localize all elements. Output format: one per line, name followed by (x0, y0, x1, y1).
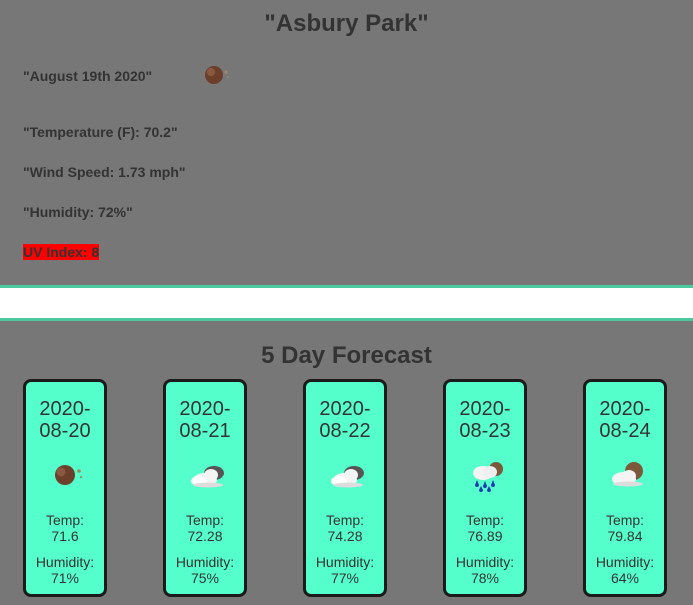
cloud-icon (191, 466, 224, 488)
temp-label: Temp: (185, 512, 225, 528)
forecast-date-day: 08-24 (599, 420, 651, 442)
temp-value: 72.28 (187, 528, 223, 544)
forecast-temp: Temp: 76.89 (446, 512, 524, 544)
forecast-humidity: Humidity: 71% (26, 554, 104, 586)
forecast-title: 5 Day Forecast (261, 342, 432, 369)
humidity-value: 77% (330, 570, 360, 586)
moon-icon (205, 66, 229, 84)
forecast-card: 2020- 08-21 Temp: 72.28 Humidity: 75% (163, 379, 247, 597)
forecast-temp: Temp: 74.28 (306, 512, 384, 544)
humidity-value: 71% (50, 570, 80, 586)
current-humidity: "Humidity: 72%" (23, 204, 133, 220)
forecast-temp: Temp: 72.28 (166, 512, 244, 544)
humidity-label: Humidity: (315, 554, 375, 570)
temp-label: Temp: (325, 512, 365, 528)
temp-value: 76.89 (467, 528, 503, 544)
humidity-label: Humidity: (455, 554, 515, 570)
forecast-date-year: 2020- (459, 398, 511, 420)
temp-value: 74.28 (327, 528, 363, 544)
forecast-card: 2020- 08-23 Temp: 76.89 Humidity: 78% (443, 379, 527, 597)
forecast-date: 2020- 08-23 (446, 398, 524, 442)
cloud-icon (331, 466, 364, 488)
humidity-label: Humidity: (35, 554, 95, 570)
humidity-label: Humidity: (595, 554, 655, 570)
forecast-humidity: Humidity: 64% (586, 554, 664, 586)
forecast-humidity: Humidity: 75% (166, 554, 244, 586)
temp-label: Temp: (465, 512, 505, 528)
current-date: "August 19th 2020" (23, 68, 153, 84)
humidity-value: 78% (470, 570, 500, 586)
forecast-card: 2020- 08-24 Temp: 79.84 Humidity: 64% (583, 379, 667, 597)
uv-index-badge: UV Index: 8 (23, 244, 100, 260)
forecast-date: 2020- 08-21 (166, 398, 244, 442)
forecast-date-year: 2020- (319, 398, 371, 420)
forecast-card: 2020- 08-20 Temp: 71.6 Humidity: 71% (23, 379, 107, 597)
forecast-humidity: Humidity: 78% (446, 554, 524, 586)
forecast-date-year: 2020- (39, 398, 91, 420)
current-temperature: "Temperature (F): 70.2" (23, 124, 178, 140)
forecast-humidity: Humidity: 77% (306, 554, 384, 586)
temp-label: Temp: (605, 512, 645, 528)
temp-value: 71.6 (51, 528, 79, 544)
forecast-date-year: 2020- (179, 398, 231, 420)
humidity-value: 64% (610, 570, 640, 586)
city-title: "Asbury Park" (264, 10, 429, 37)
section-divider (0, 285, 693, 321)
forecast-date-day: 08-22 (319, 420, 371, 442)
forecast-date-year: 2020- (599, 398, 651, 420)
forecast-temp: Temp: 71.6 (26, 512, 104, 544)
forecast-date-day: 08-21 (179, 420, 231, 442)
rain-icon (473, 462, 503, 492)
temp-label: Temp: (45, 512, 85, 528)
moon-icon (55, 465, 83, 485)
forecast-date-day: 08-23 (459, 420, 511, 442)
forecast-date: 2020- 08-24 (586, 398, 664, 442)
temp-value: 79.84 (607, 528, 643, 544)
partly-cloudy-icon (612, 462, 643, 487)
forecast-card: 2020- 08-22 Temp: 74.28 Humidity: 77% (303, 379, 387, 597)
forecast-date: 2020- 08-20 (26, 398, 104, 442)
current-wind-speed: "Wind Speed: 1.73 mph" (23, 164, 186, 180)
current-weather-panel: "Asbury Park" "August 19th 2020" "Temper… (0, 0, 693, 285)
forecast-date-day: 08-20 (39, 420, 91, 442)
humidity-value: 75% (190, 570, 220, 586)
forecast-date: 2020- 08-22 (306, 398, 384, 442)
forecast-temp: Temp: 79.84 (586, 512, 664, 544)
humidity-label: Humidity: (175, 554, 235, 570)
